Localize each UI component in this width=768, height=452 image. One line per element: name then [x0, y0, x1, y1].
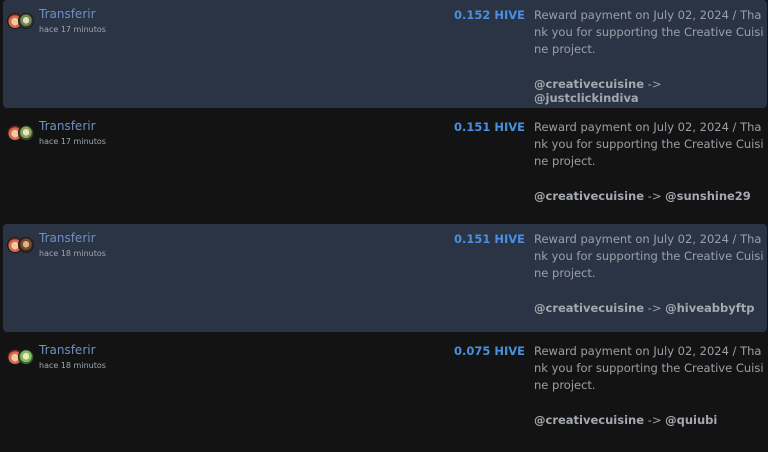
arrow-separator: ->	[647, 301, 666, 315]
transfer-parties: @creativecuisine -> @hiveabbyftp	[534, 301, 755, 315]
recipient-avatar[interactable]	[18, 13, 34, 29]
transaction-row: Transferir hace 17 minutos 0.151 HIVE Re…	[3, 112, 767, 220]
transfer-parties: @creativecuisine -> @justclickindiva	[534, 77, 767, 105]
transaction-type-link[interactable]: Transferir	[39, 119, 96, 133]
avatar-pair	[7, 349, 41, 367]
transaction-type-link[interactable]: Transferir	[39, 343, 96, 357]
from-user-link[interactable]: @creativecuisine	[534, 189, 644, 203]
transaction-amount: 0.151 HIVE	[454, 232, 526, 246]
to-user-link[interactable]: @sunshine29	[665, 189, 751, 203]
transaction-type-link[interactable]: Transferir	[39, 7, 96, 21]
to-user-link[interactable]: @quiubi	[665, 413, 717, 427]
transaction-row: Transferir hace 18 minutos 0.151 HIVE Re…	[3, 224, 767, 332]
avatar-pair	[7, 237, 41, 255]
transaction-time: hace 18 minutos	[39, 361, 106, 370]
transaction-time: hace 17 minutos	[39, 25, 106, 34]
arrow-separator: ->	[647, 77, 662, 91]
from-user-link[interactable]: @creativecuisine	[534, 301, 644, 315]
transaction-time: hace 18 minutos	[39, 249, 106, 258]
recipient-avatar[interactable]	[18, 125, 34, 141]
avatar-pair	[7, 125, 41, 143]
from-user-link[interactable]: @creativecuisine	[534, 413, 644, 427]
arrow-separator: ->	[647, 189, 666, 203]
transaction-row: Transferir hace 18 minutos 0.075 HIVE Re…	[3, 336, 767, 444]
transaction-memo: Reward payment on July 02, 2024 / Thank …	[534, 232, 764, 280]
transaction-type-link[interactable]: Transferir	[39, 231, 96, 245]
transaction-list: Transferir hace 17 minutos 0.152 HIVE Re…	[0, 0, 768, 452]
transaction-time: hace 17 minutos	[39, 137, 106, 146]
recipient-avatar[interactable]	[18, 237, 34, 253]
recipient-avatar[interactable]	[18, 349, 34, 365]
transfer-parties: @creativecuisine -> @quiubi	[534, 413, 717, 427]
transaction-amount: 0.152 HIVE	[454, 8, 526, 22]
from-user-link[interactable]: @creativecuisine	[534, 77, 644, 91]
to-user-link[interactable]: @justclickindiva	[534, 91, 639, 105]
arrow-separator: ->	[647, 413, 666, 427]
transaction-amount: 0.151 HIVE	[454, 120, 526, 134]
avatar-pair	[7, 13, 41, 31]
transfer-parties: @creativecuisine -> @sunshine29	[534, 189, 751, 203]
transaction-row: Transferir hace 17 minutos 0.152 HIVE Re…	[3, 0, 767, 108]
to-user-link[interactable]: @hiveabbyftp	[665, 301, 754, 315]
transaction-amount: 0.075 HIVE	[454, 344, 526, 358]
transaction-memo: Reward payment on July 02, 2024 / Thank …	[534, 120, 764, 168]
transaction-memo: Reward payment on July 02, 2024 / Thank …	[534, 8, 764, 56]
transaction-memo: Reward payment on July 02, 2024 / Thank …	[534, 344, 764, 392]
